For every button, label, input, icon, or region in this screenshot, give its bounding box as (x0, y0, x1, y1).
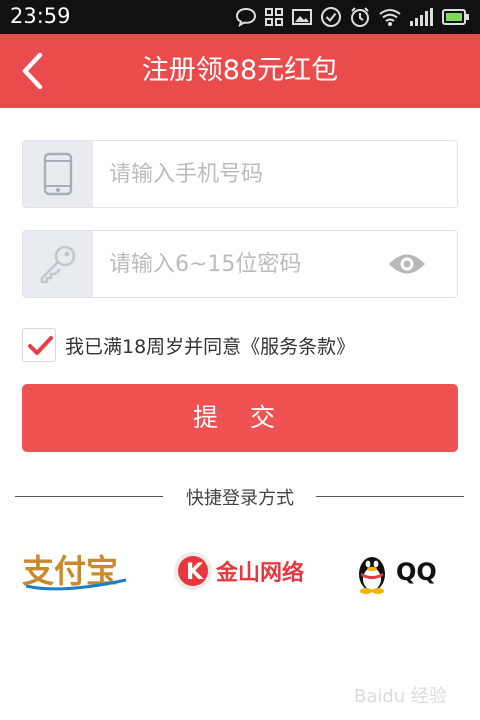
picture-icon (291, 7, 313, 27)
qq-logo-text: QQ (396, 558, 437, 586)
checkmark-icon (28, 336, 53, 355)
submit-button[interactable]: 提 交 (22, 384, 458, 452)
signal-icon (409, 7, 435, 27)
toggle-password-visibility[interactable] (387, 251, 427, 277)
phone-input[interactable] (109, 141, 389, 207)
title-bar: 注册领88元红包 (0, 34, 480, 108)
eye-icon (389, 254, 425, 274)
key-icon-box (23, 231, 93, 297)
agree-text[interactable]: 我已满18周岁并同意《服务条款》 (65, 332, 355, 359)
phone-icon-box (23, 141, 93, 207)
status-time: 23:59 (10, 4, 71, 28)
kingsoft-logo: K 金山网络 (174, 552, 304, 590)
back-button[interactable] (16, 50, 52, 92)
wifi-icon (378, 7, 402, 27)
alipay-logo: 支付宝 (22, 552, 127, 591)
page-title: 注册领88元红包 (141, 55, 339, 86)
divider-line-right (316, 496, 464, 497)
kingsoft-login[interactable]: K 金山网络 (172, 540, 308, 602)
alipay-login[interactable]: 支付宝 (22, 540, 130, 602)
status-bar: 23:59 (0, 0, 480, 34)
watermark-text: Baidu 经验 (354, 686, 447, 707)
chat-icon (235, 6, 257, 28)
check-icon (320, 6, 342, 28)
quick-login-label: 快捷登录方式 (186, 488, 294, 509)
kingsoft-logo-text: 金山网络 (215, 560, 304, 586)
qq-penguin-logo: QQ (359, 557, 437, 594)
apps-icon (264, 7, 284, 27)
password-field[interactable] (22, 230, 458, 298)
agree-checkbox[interactable] (22, 328, 56, 362)
chevron-left-icon (22, 52, 43, 90)
svg-text:K: K (186, 560, 204, 585)
phone-icon (43, 152, 73, 196)
battery-icon (442, 7, 470, 27)
alarm-icon (349, 6, 371, 28)
key-icon (40, 245, 76, 284)
baidu-watermark: Baidu 经验 (354, 680, 464, 710)
qq-login[interactable]: QQ (354, 540, 450, 602)
password-input[interactable] (109, 231, 389, 297)
status-icons (235, 5, 470, 29)
quick-login-divider: 快捷登录方式 (0, 484, 480, 509)
baidu-paw-icon: Baidu 经验 (354, 686, 447, 707)
phone-field[interactable] (22, 140, 458, 208)
